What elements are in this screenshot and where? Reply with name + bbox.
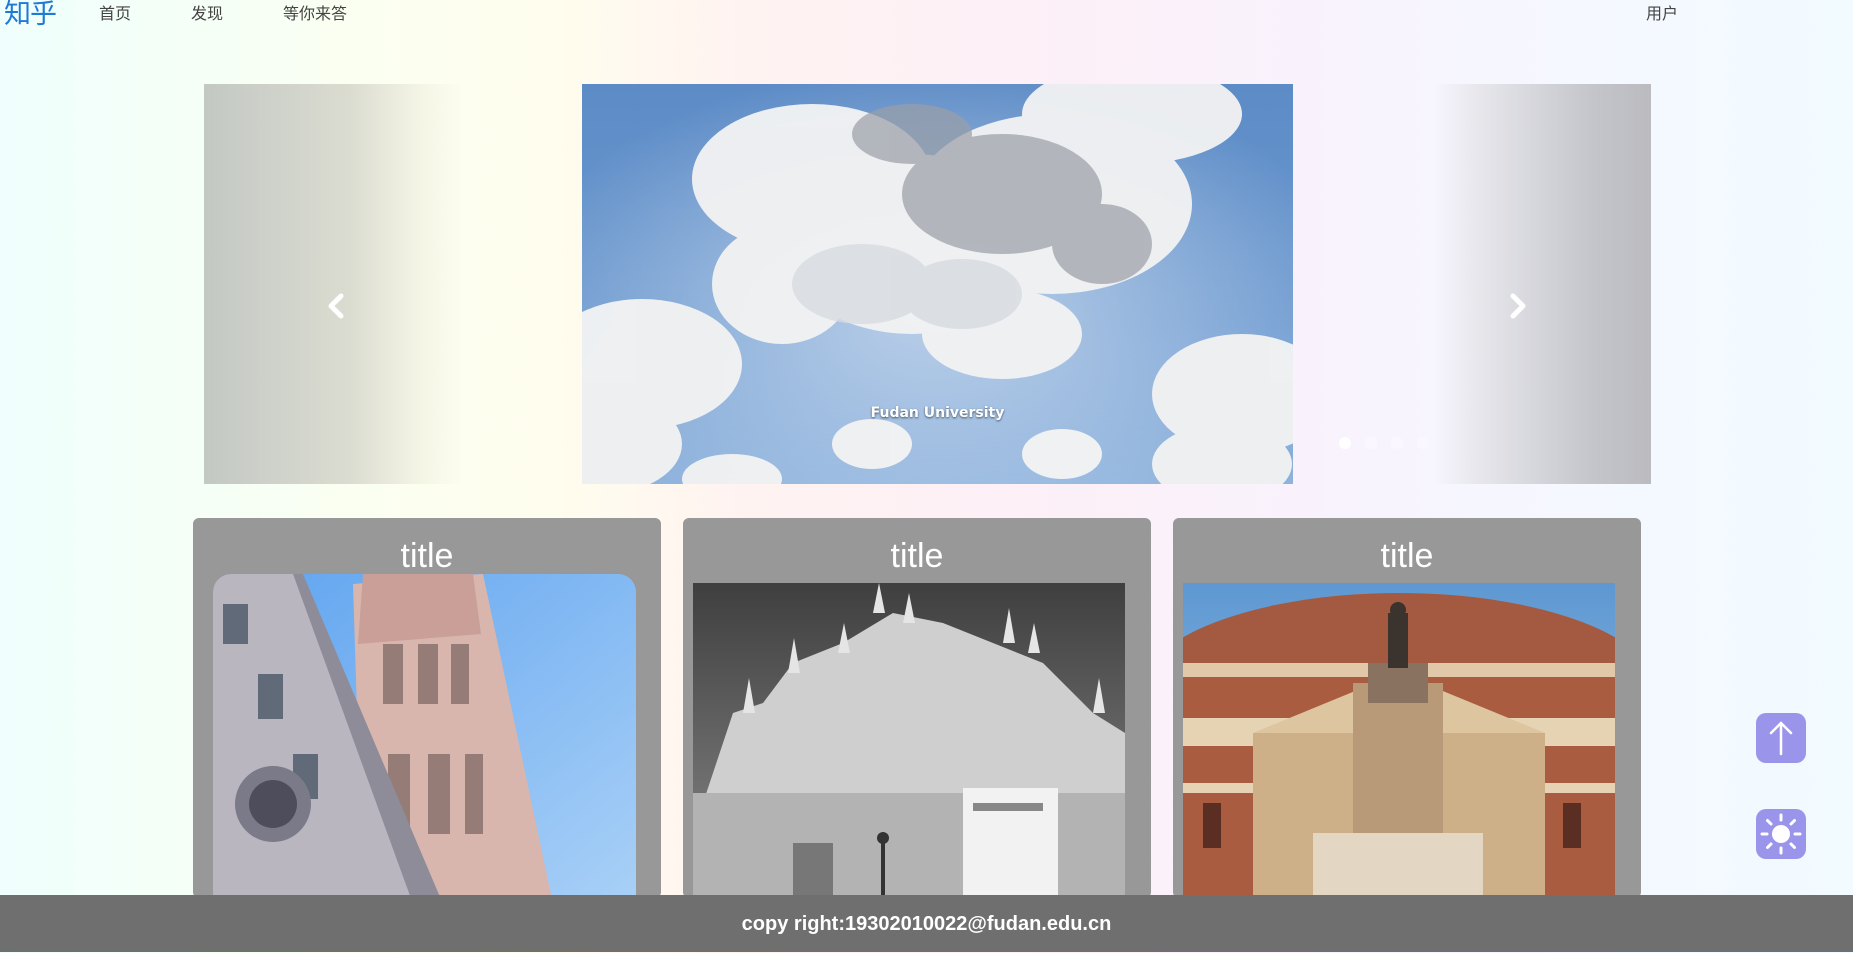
carousel-dot[interactable] bbox=[1391, 437, 1403, 449]
card-1[interactable]: title bbox=[193, 518, 661, 898]
royal-albert-hall-image bbox=[1183, 583, 1615, 898]
nav-user[interactable]: 用户 bbox=[1646, 4, 1678, 24]
card-title: title bbox=[1380, 537, 1434, 575]
image-carousel: Fudan University bbox=[204, 84, 1651, 484]
chevron-left-icon bbox=[328, 293, 344, 319]
card-image[interactable] bbox=[213, 574, 636, 898]
card-title: title bbox=[890, 537, 944, 575]
card-image[interactable] bbox=[1183, 583, 1615, 898]
carousel-dot[interactable] bbox=[1365, 437, 1377, 449]
footer-copyright: copy right:19302010022@fudan.edu.cn bbox=[0, 895, 1853, 952]
carousel-next-button[interactable] bbox=[1502, 291, 1532, 321]
milan-cathedral-image bbox=[693, 583, 1125, 898]
florence-cathedral-image bbox=[213, 574, 636, 898]
carousel-dot[interactable] bbox=[1339, 437, 1351, 449]
top-navbar: 知乎 首页 发现 等你来答 用户 bbox=[0, 0, 1853, 30]
carousel-slide[interactable]: Fudan University bbox=[582, 84, 1293, 484]
sky-clouds-image bbox=[582, 84, 1293, 484]
card-image[interactable] bbox=[693, 583, 1125, 898]
sun-icon bbox=[1760, 813, 1802, 855]
card-2[interactable]: title bbox=[683, 518, 1151, 898]
card-title: title bbox=[400, 537, 454, 575]
carousel-prev-button[interactable] bbox=[322, 291, 352, 321]
carousel-caption: Fudan University bbox=[870, 405, 1005, 421]
nav-home[interactable]: 首页 bbox=[99, 4, 131, 24]
chevron-right-icon bbox=[1510, 293, 1526, 319]
nav-discover[interactable]: 发现 bbox=[191, 4, 223, 24]
carousel-dots bbox=[1339, 437, 1429, 449]
nav-waiting-answers[interactable]: 等你来答 bbox=[283, 4, 347, 24]
zhihu-logo[interactable]: 知乎 bbox=[4, 0, 70, 34]
card-3[interactable]: title bbox=[1173, 518, 1641, 898]
arrow-up-icon bbox=[1769, 721, 1793, 756]
back-to-top-button[interactable] bbox=[1756, 713, 1806, 763]
theme-toggle-button[interactable] bbox=[1756, 809, 1806, 859]
carousel-dot[interactable] bbox=[1417, 437, 1429, 449]
